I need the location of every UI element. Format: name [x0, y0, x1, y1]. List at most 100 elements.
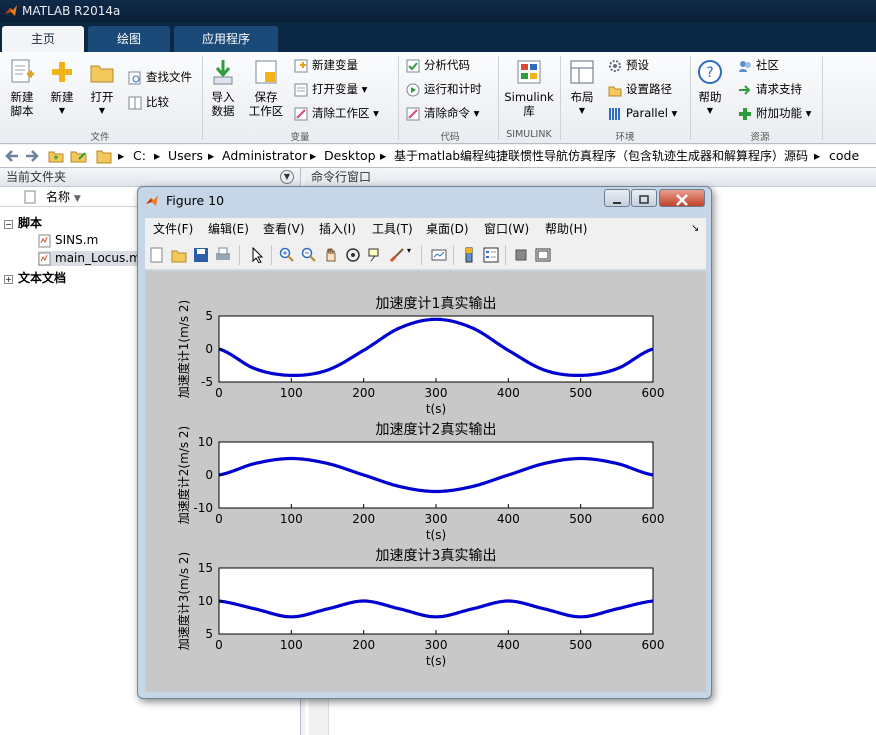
menu-tools[interactable]: 工具(T) [372, 218, 413, 240]
layout-button[interactable]: 布局 ▼ [564, 58, 600, 118]
breadcrumb-item[interactable]: Users [168, 145, 203, 167]
link-plot-icon[interactable] [431, 247, 447, 263]
new-script-button[interactable]: 新建 脚本 [4, 58, 40, 118]
menu-help[interactable]: 帮助(H) [545, 218, 587, 240]
compare-button[interactable]: 比较 [128, 93, 169, 111]
addons-icon [739, 107, 751, 120]
figure-title: Figure 10 [166, 193, 225, 208]
menu-insert[interactable]: 插入(I) [319, 218, 356, 240]
pan-hand-icon[interactable] [323, 247, 339, 263]
set-path-icon [608, 86, 622, 96]
x-tick-label: 400 [497, 512, 520, 526]
clear-commands-button[interactable]: 清除命令 ▾ [406, 104, 479, 122]
data-cursor-icon[interactable] [367, 247, 383, 263]
back-arrow-icon[interactable] [4, 148, 20, 164]
new-variable-button[interactable]: 新建变量 [294, 56, 358, 74]
x-tick-label: 100 [280, 386, 303, 400]
dock-arrow-icon[interactable]: ↘ [691, 218, 699, 240]
new-button[interactable]: 新建 ▼ [44, 58, 80, 118]
brush-dropdown-icon[interactable]: ▾ [407, 246, 411, 255]
parallel-button[interactable]: Parallel ▾ [608, 104, 677, 122]
figure-window[interactable]: Figure 10 文件(F) 编辑(E) 查看(V) 插入(I) 工具(T) … [137, 186, 712, 699]
breadcrumb-item[interactable]: C: [133, 145, 146, 167]
analyze-code-icon [406, 59, 420, 72]
up-folder-icon[interactable] [48, 148, 64, 164]
command-window-header: 命令行窗口 [305, 168, 876, 187]
command-window-title: 命令行窗口 [311, 170, 372, 184]
rotate-3d-icon[interactable] [345, 247, 361, 263]
figure-titlebar[interactable]: Figure 10 [138, 187, 711, 215]
open-file-icon[interactable] [171, 247, 187, 263]
preferences-button[interactable]: 预设 [608, 56, 649, 74]
maximize-button[interactable] [631, 189, 657, 207]
tab-apps[interactable]: 应用程序 [174, 26, 278, 52]
app-title: MATLAB R2014a [22, 4, 121, 18]
tab-plots[interactable]: 绘图 [88, 26, 170, 52]
breadcrumb-item[interactable]: Desktop [324, 145, 376, 167]
plus-icon [52, 62, 72, 82]
save-icon[interactable] [193, 247, 209, 263]
simulink-library-button[interactable]: Simulink 库 [502, 58, 556, 118]
find-files-icon [128, 71, 141, 84]
community-button[interactable]: 社区 [738, 56, 779, 74]
layout-icon [570, 60, 594, 84]
pointer-icon[interactable] [249, 247, 265, 263]
toolbar-separator [421, 245, 422, 265]
chart-title-3: 加速度计3真实输出 [376, 548, 497, 564]
set-path-button[interactable]: 设置路径 [608, 80, 672, 98]
close-button[interactable] [659, 189, 705, 207]
brush-icon[interactable] [389, 247, 405, 263]
pane-menu-icon[interactable]: ▼ [280, 170, 294, 184]
file-item-sins[interactable]: SINS.m [38, 233, 98, 248]
tree-group-text[interactable]: + 文本文档 [4, 269, 66, 286]
menu-edit[interactable]: 编辑(E) [208, 218, 249, 240]
compare-icon [128, 96, 142, 109]
x-axis-label-2: t(s) [426, 528, 446, 542]
breadcrumb-item[interactable]: code [829, 145, 859, 167]
legend-icon[interactable] [483, 247, 499, 263]
group-label-environment: 环境 [615, 132, 635, 143]
analyze-code-button[interactable]: 分析代码 [406, 56, 470, 74]
request-support-button[interactable]: 请求支持 [738, 80, 802, 98]
import-data-button[interactable]: 导入 数据 [204, 58, 242, 118]
community-icon [739, 60, 751, 72]
x-tick-label: 100 [280, 512, 303, 526]
clear-workspace-button[interactable]: 清除工作区 ▾ [294, 104, 379, 122]
colorbar-icon[interactable] [461, 247, 477, 263]
tab-home[interactable]: 主页 [2, 26, 84, 52]
minimize-button[interactable] [604, 189, 630, 207]
menu-window[interactable]: 窗口(W) [484, 218, 529, 240]
zoom-out-icon[interactable] [301, 247, 317, 263]
current-folder-title: 当前文件夹 [6, 170, 67, 184]
show-plot-tools-icon[interactable] [535, 247, 551, 263]
new-figure-icon[interactable] [149, 247, 165, 263]
y-tick-label: 0 [205, 342, 213, 356]
forward-arrow-icon[interactable] [24, 148, 40, 164]
x-tick-label: 600 [642, 386, 665, 400]
find-files-button[interactable]: 查找文件 [128, 68, 192, 86]
zoom-in-icon[interactable] [279, 247, 295, 263]
menu-view[interactable]: 查看(V) [263, 218, 305, 240]
help-button[interactable]: ? 帮助 ▼ [694, 58, 726, 118]
breadcrumb-item[interactable]: 基于matlab编程纯捷联惯性导航仿真程序（包含轨迹生成器和解算程序）源码 [394, 145, 808, 167]
menu-file[interactable]: 文件(F) [153, 218, 193, 240]
addons-button[interactable]: 附加功能 ▾ [738, 104, 811, 122]
open-variable-button[interactable]: 打开变量 ▾ [294, 80, 367, 98]
print-icon[interactable] [215, 247, 231, 263]
x-tick-label: 500 [569, 386, 592, 400]
group-label-simulink: SIMULINK [506, 129, 552, 140]
x-axis-label-3: t(s) [426, 654, 446, 668]
x-tick-label: 400 [497, 638, 520, 652]
svg-text:?: ? [706, 65, 713, 81]
folder-icon [96, 150, 112, 164]
x-tick-label: 300 [425, 386, 448, 400]
tree-group-scripts[interactable]: − 脚本 [4, 214, 42, 231]
file-item-main-locus[interactable]: main_Locus.m [38, 251, 147, 266]
run-and-time-button[interactable]: 运行和计时 [406, 80, 482, 98]
breadcrumb-item[interactable]: Administrator [222, 145, 307, 167]
browse-folder-icon[interactable] [70, 148, 88, 164]
menu-desktop[interactable]: 桌面(D) [426, 218, 469, 240]
open-button[interactable]: 打开 ▼ [84, 58, 120, 118]
hide-plot-tools-icon[interactable] [513, 247, 529, 263]
save-workspace-button[interactable]: 保存 工作区 [246, 58, 286, 118]
